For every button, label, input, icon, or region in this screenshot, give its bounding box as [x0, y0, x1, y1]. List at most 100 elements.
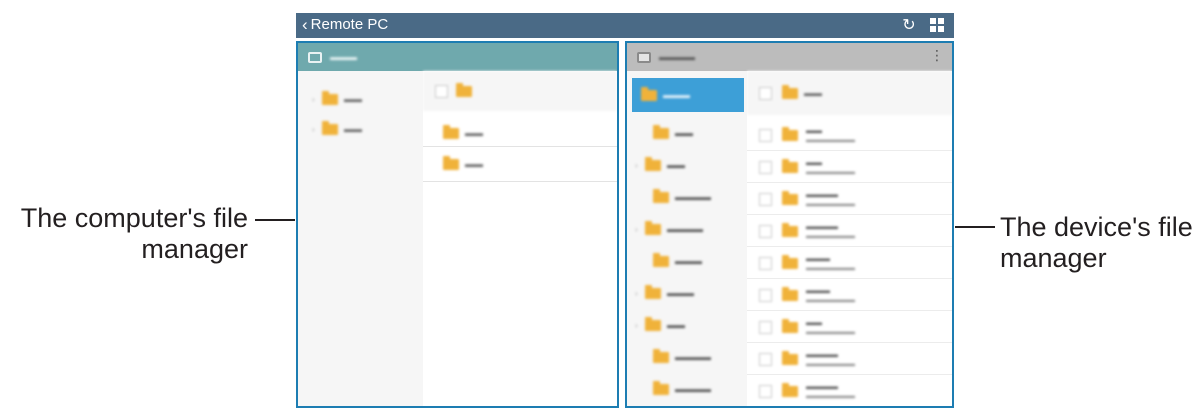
- folder-icon: [782, 126, 798, 141]
- folder-icon: [782, 158, 798, 173]
- more-options-icon[interactable]: ⋮: [930, 47, 944, 64]
- chevron-right-icon: ›: [312, 94, 315, 104]
- back-label: Remote PC: [310, 16, 389, 33]
- tree-item[interactable]: ▬▬▬: [653, 247, 702, 275]
- folder-icon: [653, 124, 669, 139]
- folder-icon: [322, 120, 338, 135]
- divider: [747, 374, 952, 375]
- callout-line: manager: [141, 234, 248, 264]
- folder-icon: [653, 380, 669, 395]
- folder-icon: [645, 220, 661, 235]
- item-checkbox[interactable]: [759, 288, 772, 302]
- list-item[interactable]: ▬▬ ▬▬▬▬▬▬▬: [759, 119, 952, 151]
- blurred-header-label: ▬▬▬▬: [659, 52, 695, 62]
- tree-item[interactable]: ▬▬▬▬: [653, 375, 711, 403]
- divider: [423, 181, 617, 182]
- item-checkbox[interactable]: [759, 384, 772, 398]
- folder-icon: [653, 348, 669, 363]
- device-folder-tree: ▬▬▬ ▬▬ › ▬▬ ▬▬▬▬ › ▬▬▬▬ ▬▬▬ › ▬▬▬ › ▬▬ ▬…: [627, 71, 747, 406]
- tree-item[interactable]: › ▬▬▬: [635, 279, 694, 307]
- list-item[interactable]: ▬▬▬▬ ▬▬▬▬▬▬▬: [759, 375, 952, 406]
- device-panel-header: ▬▬▬▬ ⋮: [627, 43, 952, 71]
- divider: [747, 310, 952, 311]
- computer-file-manager-callout: The computer's file manager: [0, 203, 248, 265]
- item-checkbox[interactable]: [759, 224, 772, 238]
- tree-item[interactable]: ▬▬: [653, 119, 693, 147]
- item-checkbox[interactable]: [759, 160, 772, 174]
- list-header: ▬▬: [747, 71, 952, 115]
- chevron-right-icon: ›: [635, 320, 638, 330]
- item-checkbox[interactable]: [759, 352, 772, 366]
- item-checkbox[interactable]: [759, 192, 772, 206]
- device-file-manager: ▬▬▬▬ ⋮ ▬▬▬ ▬▬ › ▬▬ ▬▬▬▬ › ▬▬▬▬ ▬▬▬ › ▬▬▬…: [625, 41, 954, 408]
- blurred-header-label: ▬▬▬: [330, 52, 357, 62]
- divider: [747, 182, 952, 183]
- folder-icon: [653, 188, 669, 203]
- computer-file-manager: ▬▬▬ › ▬▬ › ▬▬ ▬▬ ▬▬: [296, 41, 619, 408]
- folder-icon: [653, 252, 669, 267]
- item-checkbox[interactable]: [759, 320, 772, 334]
- tree-item[interactable]: › ▬▬: [635, 311, 685, 339]
- folder-icon: [782, 350, 798, 365]
- computer-folder-tree: › ▬▬ › ▬▬: [298, 71, 423, 406]
- list-header: [423, 71, 617, 111]
- device-file-list: ▬▬ ▬▬ ▬▬▬▬▬▬▬ ▬▬ ▬▬▬▬▬▬▬ ▬▬▬▬ ▬▬▬▬▬▬▬ ▬▬▬▬ ▬: [747, 71, 952, 406]
- folder-icon: [322, 90, 338, 105]
- tree-item[interactable]: ▬▬▬▬: [653, 343, 711, 371]
- callout-line: The device's file: [1000, 212, 1193, 242]
- refresh-icon[interactable]: ↻: [899, 15, 919, 35]
- tree-item[interactable]: › ▬▬: [635, 151, 685, 179]
- list-item[interactable]: ▬▬▬ ▬▬▬▬▬▬▬: [759, 247, 952, 279]
- folder-icon: [641, 86, 657, 101]
- computer-callout-leader: [255, 219, 295, 221]
- tree-item[interactable]: ▬▬▬: [641, 81, 690, 109]
- tree-item[interactable]: › ▬▬: [312, 88, 362, 110]
- folder-icon: [782, 382, 798, 397]
- tree-item[interactable]: › ▬▬▬▬: [635, 215, 703, 243]
- item-checkbox[interactable]: [759, 256, 772, 270]
- list-item[interactable]: ▬▬ ▬▬▬▬▬▬▬: [759, 151, 952, 183]
- chevron-right-icon: ›: [312, 124, 315, 134]
- folder-icon: [645, 156, 661, 171]
- computer-icon: [308, 51, 322, 63]
- list-item[interactable]: ▬▬▬▬ ▬▬▬▬▬▬▬: [759, 343, 952, 375]
- select-all-checkbox[interactable]: [435, 84, 448, 98]
- divider: [747, 278, 952, 279]
- divider: [747, 214, 952, 215]
- select-all-checkbox[interactable]: [759, 86, 772, 100]
- divider: [423, 146, 617, 147]
- folder-icon: [443, 155, 459, 170]
- callout-line: The computer's file: [20, 203, 248, 233]
- folder-icon: [782, 254, 798, 269]
- folder-icon: [645, 316, 661, 331]
- device-callout-leader: [955, 226, 995, 228]
- folder-icon: [782, 84, 798, 99]
- folder-icon: [456, 82, 472, 97]
- computer-panel-header: ▬▬▬: [298, 43, 617, 71]
- tree-item[interactable]: ▬▬▬▬: [653, 183, 711, 211]
- chevron-right-icon: ›: [635, 224, 638, 234]
- folder-icon: [443, 124, 459, 139]
- list-item[interactable]: ▬▬▬▬ ▬▬▬▬▬▬▬: [759, 215, 952, 247]
- device-icon: [637, 51, 651, 63]
- item-checkbox[interactable]: [759, 128, 772, 142]
- divider: [747, 150, 952, 151]
- computer-file-list: ▬▬ ▬▬: [423, 71, 617, 406]
- divider: [747, 246, 952, 247]
- grid-view-icon[interactable]: [927, 15, 947, 35]
- back-button[interactable]: ‹ Remote PC: [302, 15, 388, 35]
- list-item[interactable]: ▬▬▬▬ ▬▬▬▬▬▬▬: [759, 183, 952, 215]
- chevron-right-icon: ›: [635, 288, 638, 298]
- device-file-manager-callout: The device's file manager: [1000, 212, 1201, 274]
- chevron-right-icon: ›: [635, 160, 638, 170]
- tree-item[interactable]: › ▬▬: [312, 118, 362, 140]
- folder-icon: [782, 190, 798, 205]
- folder-icon: [782, 318, 798, 333]
- list-item[interactable]: ▬▬: [443, 123, 483, 143]
- list-item[interactable]: ▬▬ ▬▬▬▬▬▬▬: [759, 311, 952, 343]
- divider: [747, 342, 952, 343]
- list-item[interactable]: ▬▬: [443, 154, 483, 174]
- list-item[interactable]: ▬▬▬ ▬▬▬▬▬▬▬: [759, 279, 952, 311]
- callout-line: manager: [1000, 243, 1107, 273]
- folder-icon: [645, 284, 661, 299]
